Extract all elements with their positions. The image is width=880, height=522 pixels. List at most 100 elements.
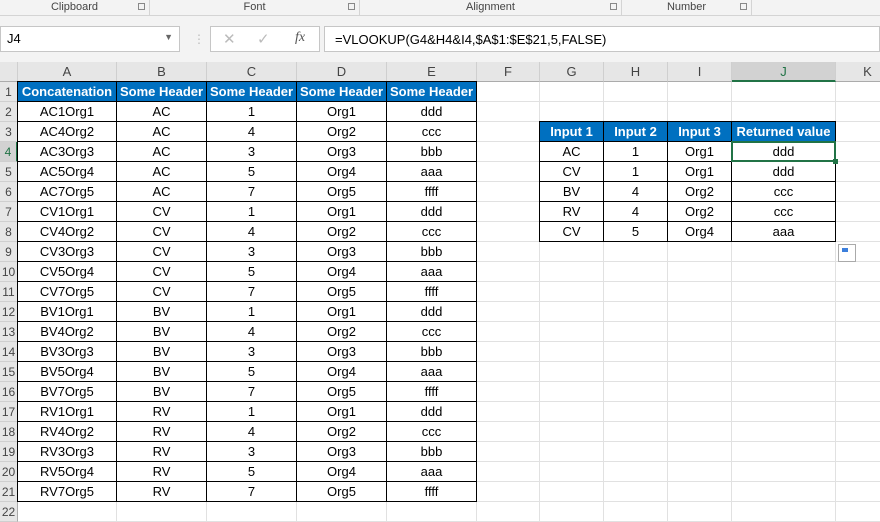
dialog-launcher-icon[interactable]: [138, 3, 145, 10]
cell[interactable]: [668, 322, 732, 342]
row-header-9[interactable]: 9: [0, 242, 18, 262]
cell[interactable]: [836, 442, 880, 462]
cell[interactable]: [604, 402, 668, 422]
cell[interactable]: [732, 302, 836, 322]
cell[interactable]: [604, 262, 668, 282]
table-cell[interactable]: 5: [206, 461, 297, 482]
row-header-11[interactable]: 11: [0, 282, 18, 302]
cell[interactable]: [836, 482, 880, 502]
select-all-corner[interactable]: [0, 62, 18, 82]
table-cell[interactable]: 1: [206, 401, 297, 422]
table-cell[interactable]: CV: [539, 161, 604, 182]
column-header-H[interactable]: H: [604, 62, 668, 82]
cell[interactable]: [604, 482, 668, 502]
column-header-B[interactable]: B: [117, 62, 207, 82]
grip-icon[interactable]: ⋮: [193, 32, 205, 46]
cell[interactable]: [477, 282, 540, 302]
table-cell[interactable]: 3: [206, 241, 297, 262]
cell[interactable]: [540, 322, 604, 342]
table-cell[interactable]: BV: [116, 341, 207, 362]
table-cell[interactable]: Org2: [667, 201, 732, 222]
cell[interactable]: [668, 362, 732, 382]
column-header-F[interactable]: F: [477, 62, 540, 82]
cell[interactable]: [477, 122, 540, 142]
cell[interactable]: [732, 482, 836, 502]
table-cell[interactable]: 5: [206, 361, 297, 382]
table-cell[interactable]: ccc: [386, 121, 477, 142]
cell[interactable]: [604, 342, 668, 362]
cell[interactable]: [836, 262, 880, 282]
column-header-K[interactable]: K: [836, 62, 880, 82]
cell[interactable]: [540, 362, 604, 382]
table-cell[interactable]: AC4Org2: [17, 121, 117, 142]
row-header-3[interactable]: 3: [0, 122, 18, 142]
cell[interactable]: [836, 362, 880, 382]
row-header-16[interactable]: 16: [0, 382, 18, 402]
cell[interactable]: [836, 282, 880, 302]
table-cell[interactable]: 4: [603, 181, 668, 202]
table-cell[interactable]: CV: [116, 261, 207, 282]
table-cell[interactable]: 7: [206, 481, 297, 502]
table-cell[interactable]: AC1Org1: [17, 101, 117, 122]
row-header-7[interactable]: 7: [0, 202, 18, 222]
cell[interactable]: [604, 102, 668, 122]
table-cell[interactable]: 1: [206, 301, 297, 322]
dialog-launcher-icon[interactable]: [740, 3, 747, 10]
cell[interactable]: [207, 502, 297, 522]
cell[interactable]: [836, 322, 880, 342]
cell[interactable]: [540, 282, 604, 302]
cell[interactable]: [836, 202, 880, 222]
table-cell[interactable]: Org1: [667, 161, 732, 182]
cell[interactable]: [668, 442, 732, 462]
table-cell[interactable]: BV4Org2: [17, 321, 117, 342]
table-cell[interactable]: 7: [206, 281, 297, 302]
table-cell[interactable]: CV3Org3: [17, 241, 117, 262]
cell[interactable]: [477, 322, 540, 342]
table-cell[interactable]: CV: [116, 221, 207, 242]
table-cell[interactable]: 1: [206, 101, 297, 122]
cell[interactable]: [477, 82, 540, 102]
cell[interactable]: [604, 242, 668, 262]
table-cell[interactable]: CV: [116, 201, 207, 222]
table-cell[interactable]: Org4: [296, 161, 387, 182]
insert-function-icon[interactable]: fx: [295, 30, 305, 46]
cell[interactable]: [477, 462, 540, 482]
table-cell[interactable]: Org4: [296, 361, 387, 382]
cell[interactable]: [604, 422, 668, 442]
table-cell[interactable]: RV5Org4: [17, 461, 117, 482]
table-cell[interactable]: bbb: [386, 241, 477, 262]
cell[interactable]: [668, 282, 732, 302]
quick-analysis-icon[interactable]: [838, 244, 856, 262]
table-cell[interactable]: CV1Org1: [17, 201, 117, 222]
cell[interactable]: [668, 462, 732, 482]
cell[interactable]: [540, 502, 604, 522]
table-cell[interactable]: Org2: [296, 221, 387, 242]
cell[interactable]: [604, 282, 668, 302]
formula-input[interactable]: =VLOOKUP(G4&H4&I4,$A$1:$E$21,5,FALSE): [324, 26, 880, 52]
cell[interactable]: [477, 262, 540, 282]
table-cell[interactable]: BV1Org1: [17, 301, 117, 322]
table-cell[interactable]: AC: [116, 101, 207, 122]
cell[interactable]: [477, 302, 540, 322]
table-cell[interactable]: ffff: [386, 281, 477, 302]
cell[interactable]: [540, 462, 604, 482]
table-cell[interactable]: Org4: [296, 261, 387, 282]
cell[interactable]: [477, 142, 540, 162]
table-cell[interactable]: Org1: [296, 101, 387, 122]
cell[interactable]: [668, 502, 732, 522]
table-cell[interactable]: AC: [116, 121, 207, 142]
table-cell[interactable]: Org2: [296, 321, 387, 342]
dialog-launcher-icon[interactable]: [348, 3, 355, 10]
row-header-15[interactable]: 15: [0, 362, 18, 382]
cell[interactable]: [540, 242, 604, 262]
name-box[interactable]: J4 ▼: [0, 26, 180, 52]
cell[interactable]: [540, 422, 604, 442]
cell[interactable]: [477, 162, 540, 182]
cell[interactable]: [477, 402, 540, 422]
table-cell[interactable]: aaa: [731, 221, 836, 242]
cell[interactable]: [477, 482, 540, 502]
cell[interactable]: [836, 82, 880, 102]
row-header-12[interactable]: 12: [0, 302, 18, 322]
cell[interactable]: [477, 222, 540, 242]
table-cell[interactable]: 3: [206, 441, 297, 462]
